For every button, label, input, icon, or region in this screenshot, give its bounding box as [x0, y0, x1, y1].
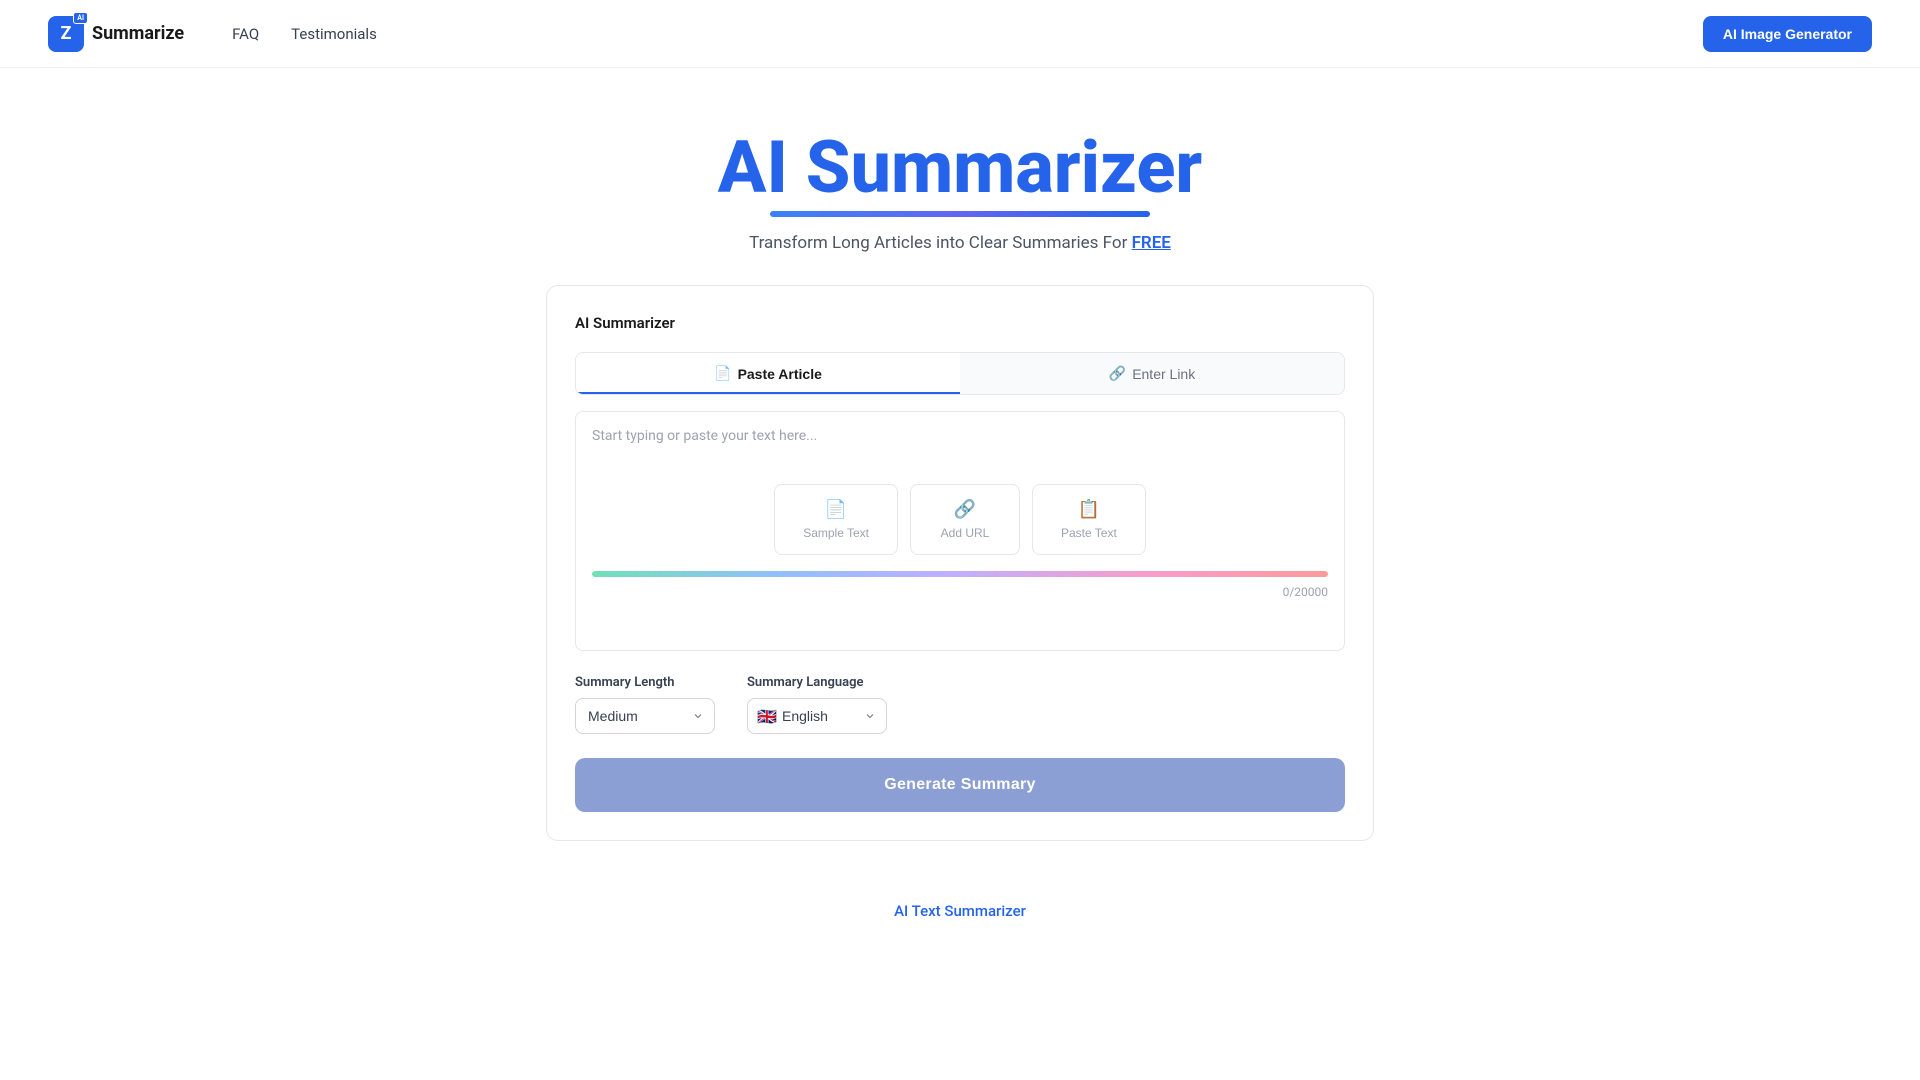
logo-letter: Z	[61, 23, 72, 44]
rainbow-bar	[592, 571, 1328, 577]
summary-length-label: Summary Length	[575, 675, 715, 690]
tab-paste-article[interactable]: 📄 Paste Article	[576, 353, 960, 394]
logo-badge: AI	[73, 12, 88, 24]
summary-language-select[interactable]: English Spanish French German Chinese	[747, 698, 887, 734]
action-buttons-row: 📄 Sample Text 🔗 Add URL 📋 Paste Text	[592, 484, 1328, 555]
enter-link-icon: 🔗	[1109, 365, 1126, 382]
summary-length-select[interactable]: Short Medium Long	[575, 698, 715, 734]
hero-section: AI Summarizer Transform Long Articles in…	[0, 68, 1920, 285]
nav-links: FAQ Testimonials	[232, 25, 1703, 43]
hero-underline	[770, 211, 1150, 217]
card-title: AI Summarizer	[575, 314, 1345, 332]
nav-faq[interactable]: FAQ	[232, 25, 259, 43]
footer-ai-text-link[interactable]: AI Text Summarizer	[894, 902, 1026, 920]
free-link[interactable]: FREE	[1132, 233, 1171, 253]
summary-length-group: Summary Length Short Medium Long	[575, 675, 715, 734]
sample-text-icon: 📄	[825, 499, 847, 520]
main-card: AI Summarizer 📄 Paste Article 🔗 Enter Li…	[546, 285, 1374, 841]
generate-summary-button[interactable]: Generate Summary	[575, 758, 1345, 812]
card-wrapper: AI Summarizer 📄 Paste Article 🔗 Enter Li…	[526, 285, 1394, 841]
language-select-wrapper: 🇬🇧 English Spanish French German Chinese	[747, 698, 887, 734]
summary-language-label: Summary Language	[747, 675, 887, 690]
char-count: 0/20000	[592, 585, 1328, 599]
sample-text-button[interactable]: 📄 Sample Text	[774, 484, 898, 555]
ai-image-generator-button[interactable]: AI Image Generator	[1703, 16, 1872, 52]
hero-subtitle: Transform Long Articles into Clear Summa…	[20, 233, 1900, 253]
paste-text-icon: 📋	[1078, 499, 1100, 520]
navbar: Z AI Summarize FAQ Testimonials AI Image…	[0, 0, 1920, 68]
options-row: Summary Length Short Medium Long Summary…	[575, 675, 1345, 734]
add-url-icon: 🔗	[954, 499, 976, 520]
hero-title: AI Summarizer	[718, 128, 1202, 217]
nav-testimonials[interactable]: Testimonials	[291, 25, 377, 43]
footer-section: AI Text Summarizer	[0, 841, 1920, 940]
tab-enter-link[interactable]: 🔗 Enter Link	[960, 353, 1344, 394]
textarea-placeholder: Start typing or paste your text here...	[592, 428, 1328, 444]
paste-text-button[interactable]: 📋 Paste Text	[1032, 484, 1146, 555]
logo-icon: Z AI	[48, 16, 84, 52]
text-input-area[interactable]: Start typing or paste your text here... …	[575, 411, 1345, 651]
logo-name: Summarize	[92, 23, 184, 44]
paste-article-icon: 📄	[714, 365, 731, 382]
tabs-container: 📄 Paste Article 🔗 Enter Link	[575, 352, 1345, 395]
summary-language-group: Summary Language 🇬🇧 English Spanish Fren…	[747, 675, 887, 734]
logo-link[interactable]: Z AI Summarize	[48, 16, 184, 52]
add-url-button[interactable]: 🔗 Add URL	[910, 484, 1020, 555]
